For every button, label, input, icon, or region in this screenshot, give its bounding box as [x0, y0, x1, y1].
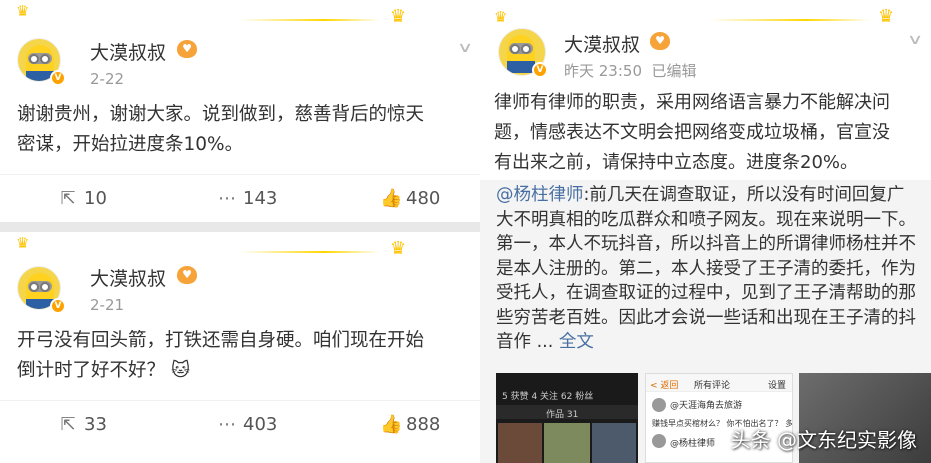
post-text-line: 密谋，开始拉进度条10%。	[17, 134, 244, 155]
chevron-down-icon[interactable]: ∨	[907, 32, 923, 48]
like-button[interactable]: 👍 888	[380, 414, 440, 435]
repost-block[interactable]: @杨柱律师:前几天在调查取证，所以没有时间回复广 大不明真相的吃瓜群众和喷子网友…	[480, 180, 931, 463]
username[interactable]: 大漠叔叔	[90, 38, 166, 65]
thumb-stats: 5 获赞 4 关注 62 粉丝	[502, 392, 594, 402]
repost-button[interactable]: ⇱ 33	[58, 414, 107, 435]
post-text-line: 有出来之前，请保持中立态度。进度条20%。	[494, 152, 859, 173]
crown-icon: ♛	[16, 2, 30, 20]
thumb-settings: 设置	[768, 381, 787, 391]
full-text-link[interactable]: 全文	[559, 332, 594, 352]
crown-icon: ♛	[390, 238, 407, 259]
comment-icon: ⋯	[218, 188, 236, 209]
like-count: 480	[406, 188, 441, 209]
header-decoration: ♛	[240, 238, 420, 259]
repost-line: 第一，本人不玩抖音，所以抖音上的所谓律师杨柱并不	[496, 234, 916, 254]
thumb-user: @天涯海角去旅游	[670, 401, 743, 411]
repost-text: @杨柱律师:前几天在调查取证，所以没有时间回复广 大不明真相的吃瓜群众和喷子网友…	[496, 183, 926, 355]
repost-count: 33	[84, 414, 107, 435]
post-text-line: 题，情感表达不文明会把网络变成垃圾桶，官宣没	[494, 122, 890, 143]
post-text: 谢谢贵州，谢谢大家。说到做到，慈善背后的惊天 密谋，开始拉进度条10%。	[17, 100, 477, 160]
crown-decoration-left: ♛	[492, 8, 522, 26]
username[interactable]: 大漠叔叔	[90, 264, 166, 291]
thumbs-up-icon: 👍	[380, 188, 403, 209]
thumb-back: < 返回	[650, 381, 679, 391]
verified-badge-icon: V	[532, 62, 548, 78]
action-bar: ⇱ 10 ⋯ 143 👍 480	[0, 174, 487, 222]
cat-emoji-icon: 🐱	[170, 360, 191, 381]
watermark-text: 头条 @文东纪实影像	[730, 428, 917, 452]
header-decoration: ♛	[710, 6, 910, 27]
post-date: 昨天 23:50 已编辑	[564, 62, 697, 80]
crown-decoration-left: ♛	[14, 2, 44, 26]
comment-count: 143	[243, 188, 278, 209]
chevron-down-icon[interactable]: ∨	[457, 40, 473, 56]
comment-icon: ⋯	[218, 414, 236, 435]
share-icon: ⇱	[60, 188, 76, 209]
repost-line: :前几天在调查取证，所以没有时间回复广	[583, 185, 905, 205]
vip-icon: ♥	[650, 32, 670, 50]
crown-icon: ♛	[878, 6, 895, 27]
repost-line: 受托人，在调查取证的过程中，见到了王子清帮助的那	[496, 283, 916, 303]
post-text: 律师有律师的职责，采用网络语言暴力不能解决问 题，情感表达不文明会把网络变成垃圾…	[494, 88, 931, 178]
thumb-tab: 作品 31	[546, 410, 579, 420]
crown-icon: ♛	[494, 8, 508, 26]
verified-badge-icon: V	[50, 70, 66, 86]
thumbs-up-icon: 👍	[380, 414, 403, 435]
repost-line: 大不明真相的吃瓜群众和喷子网友。现在来说明一下。	[496, 209, 916, 230]
crown-icon: ♛	[390, 6, 407, 27]
thumbnail-image-1[interactable]: 5 获赞 4 关注 62 粉丝 作品 31	[496, 373, 638, 463]
thumb-title: 所有评论	[694, 381, 731, 391]
post-text-line: 倒计时了好不好？ 🐱	[17, 360, 191, 381]
thumb-reply: @杨柱律师	[670, 439, 716, 449]
repost-count: 10	[84, 188, 107, 209]
post-text-line: 谢谢贵州，谢谢大家。说到做到，慈善背后的惊天	[17, 104, 425, 125]
vip-icon: ♥	[177, 266, 197, 284]
comment-count: 403	[243, 414, 278, 435]
action-bar: ⇱ 33 ⋯ 403 👍 888	[0, 400, 487, 450]
post-card-2: ♛ ♛ V 大漠叔叔 ♥ 2-21 开弓没有回头箭，打铁还需自身硬。咱们现在开始…	[0, 232, 487, 463]
comment-button[interactable]: ⋯ 143	[217, 188, 277, 209]
post-date: 2-22	[90, 70, 125, 88]
repost-button[interactable]: ⇱ 10	[58, 188, 107, 209]
repost-line: 些穷苦老百姓。因此才会说一些话和出现在王子清的抖	[496, 307, 916, 328]
like-count: 888	[406, 414, 441, 435]
edited-label: 已编辑	[651, 62, 697, 80]
post-date: 2-21	[90, 296, 125, 314]
post-card-3: ♛ ♛ V 大漠叔叔 ♥ 昨天 23:50 已编辑 ∨ 律师有律师的职责，采用网…	[480, 0, 931, 463]
crown-icon: ♛	[16, 234, 30, 252]
repost-line: 音作 ...	[496, 332, 554, 352]
share-icon: ⇱	[60, 414, 76, 435]
mention-link[interactable]: @杨柱律师	[496, 185, 584, 205]
crown-decoration-left: ♛	[14, 234, 44, 258]
post-text-line: 开弓没有回头箭，打铁还需自身硬。咱们现在开始	[17, 330, 425, 351]
like-button[interactable]: 👍 480	[380, 188, 440, 209]
header-decoration: ♛	[240, 6, 420, 27]
vip-icon: ♥	[177, 40, 197, 58]
post-text-line: 律师有律师的职责，采用网络语言暴力不能解决问	[494, 92, 890, 113]
post-text: 开弓没有回头箭，打铁还需自身硬。咱们现在开始 倒计时了好不好？ 🐱	[17, 326, 477, 386]
username[interactable]: 大漠叔叔	[564, 30, 640, 57]
repost-line: 是本人注册的。第二，本人接受了王子清的委托，作为	[496, 258, 916, 279]
verified-badge-icon: V	[50, 298, 66, 314]
post-card-1: ♛ ♛ V 大漠叔叔 ♥ 2-22 ∨ 谢谢贵州，谢谢大家。说到做到，慈善背后的…	[0, 0, 487, 222]
comment-button[interactable]: ⋯ 403	[217, 414, 277, 435]
